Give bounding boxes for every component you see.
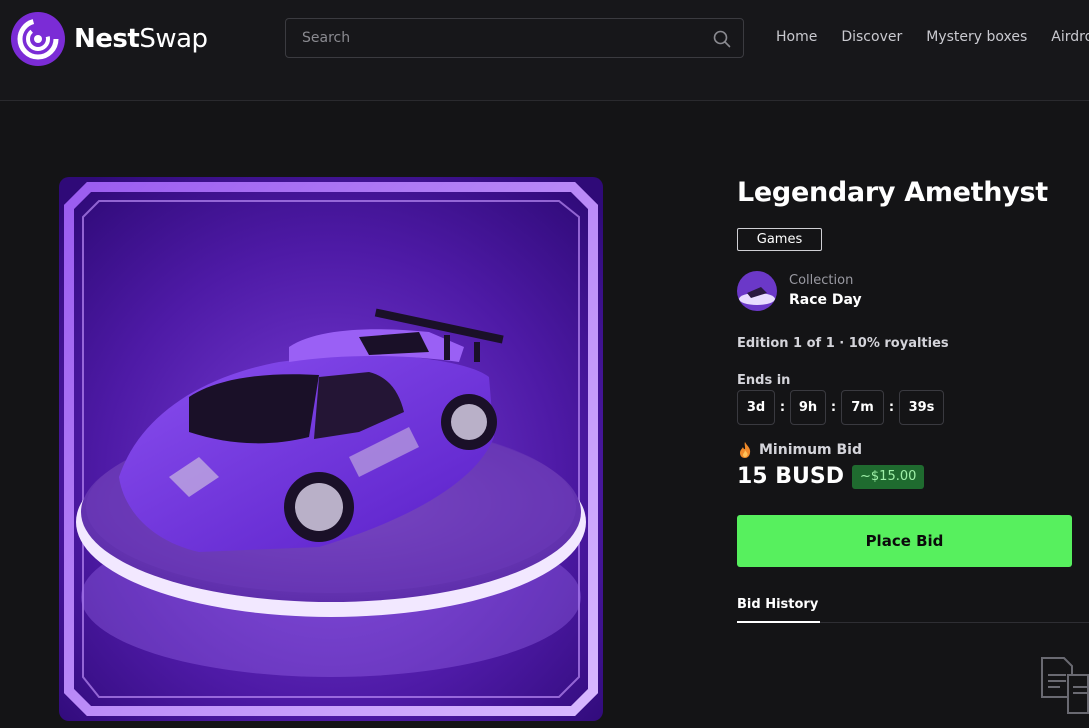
countdown-separator: : [779,400,786,415]
countdown-days: 3d [737,390,775,425]
countdown-minutes: 7m [841,390,884,425]
collection-info[interactable]: Collection Race Day [737,271,862,311]
minimum-bid-label: Minimum Bid [759,442,863,458]
nav-home[interactable]: Home [776,29,817,45]
collection-avatar [737,271,777,311]
search-icon[interactable] [713,30,731,48]
nav-discover[interactable]: Discover [841,29,902,45]
countdown-timer: 3d : 9h : 7m : 39s [737,390,944,425]
countdown-separator: : [888,400,895,415]
price-row: 15 BUSD ~$15.00 [737,464,925,489]
search-input[interactable] [286,19,706,57]
tab-bid-history[interactable]: Bid History [737,597,821,623]
usd-price-badge: ~$15.00 [852,464,925,489]
nestswap-logo-icon [11,12,65,66]
collection-label: Collection [789,273,854,288]
collection-name[interactable]: Race Day [789,290,862,310]
brand-name: NestSwap [74,24,208,54]
nft-title: Legendary Amethyst [737,177,1048,208]
brand-logo[interactable]: NestSwap [11,12,208,66]
ends-in-label: Ends in [737,373,791,388]
top-header: NestSwap Home Discover Mystery boxes Air… [0,0,1089,101]
minimum-bid: Minimum Bid [737,441,862,459]
nav-mystery-boxes[interactable]: Mystery boxes [926,29,1027,45]
detail-tabs: Bid History [737,597,1089,623]
countdown-hours: 9h [790,390,826,425]
edition-info: Edition 1 of 1 · 10% royalties [737,336,949,351]
price-value: 15 BUSD [737,464,845,489]
category-tag[interactable]: Games [737,228,822,251]
countdown-seconds: 39s [899,390,944,425]
countdown-separator: : [830,400,837,415]
nft-artwork [59,177,603,721]
fire-icon [740,442,751,458]
search-box [285,18,744,58]
place-bid-button[interactable]: Place Bid [737,515,1072,567]
main-nav: Home Discover Mystery boxes Airdrop [776,29,1089,45]
nav-airdrop[interactable]: Airdrop [1051,29,1089,45]
document-icon [1041,657,1089,714]
